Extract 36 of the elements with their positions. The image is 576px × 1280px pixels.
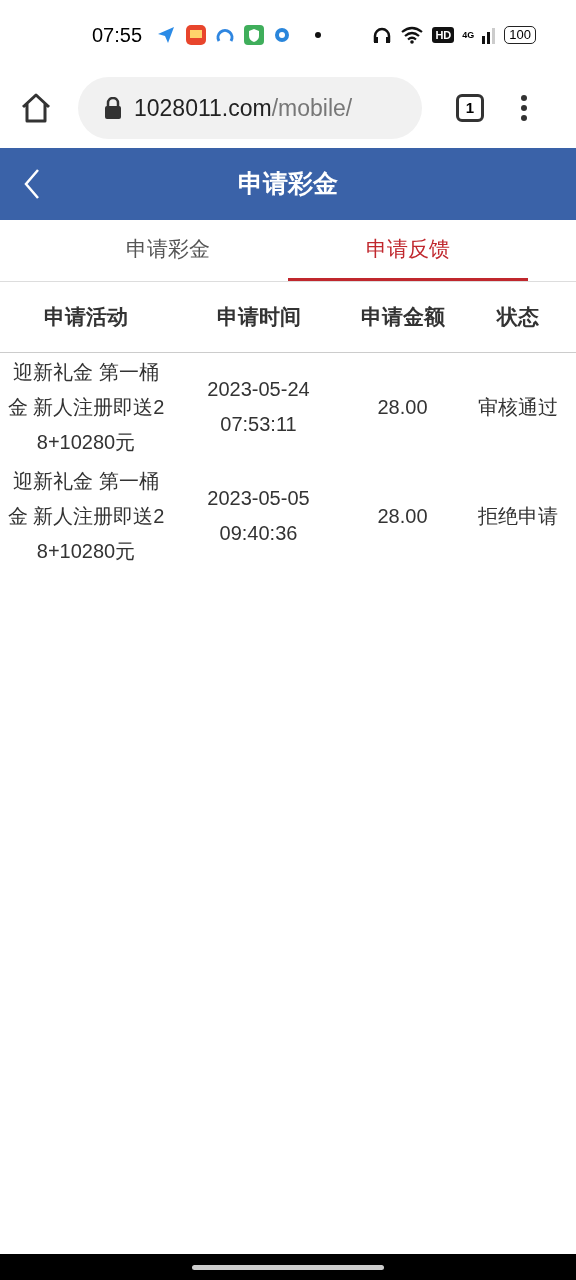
signal-icon (482, 26, 497, 44)
table-cell-text: 28.00 (376, 503, 429, 529)
table-cell: 28.00 (345, 352, 460, 462)
table-cell: 迎新礼金 第一桶金 新人注册即送28+10280元 (0, 352, 172, 462)
column-header: 状态 (460, 282, 576, 352)
menu-icon[interactable] (520, 94, 528, 122)
arc-icon (216, 26, 235, 44)
page-title: 申请彩金 (238, 168, 338, 200)
home-icon[interactable] (20, 93, 52, 123)
dot-icon (314, 31, 323, 39)
lock-icon (104, 97, 122, 119)
wifi-icon (400, 26, 425, 44)
table-cell-text: 拒绝申请 (477, 503, 559, 529)
table-cell: 2023-05-24 07:53:11 (172, 352, 345, 462)
column-header: 申请金额 (345, 282, 460, 352)
battery-indicator: 100 (504, 26, 536, 44)
address-bar[interactable]: 1028011.com/mobile/ (78, 77, 422, 139)
column-header: 申请活动 (0, 282, 172, 352)
home-indicator[interactable] (192, 1264, 384, 1270)
table-cell-text: 2023-05-05 09:40:36 (206, 486, 311, 546)
headphones-icon (372, 26, 393, 44)
shield-icon (244, 25, 265, 45)
tab[interactable]: 申请反馈 (288, 220, 528, 281)
hd-badge: HD (432, 27, 455, 43)
tab-count-button[interactable]: 1 (456, 94, 484, 122)
table-cell: 审核通过 (460, 352, 576, 462)
url-text: 1028011.com/mobile/ (134, 93, 353, 123)
table-cell-text: 迎新礼金 第一桶金 新人注册即送28+10280元 (6, 468, 166, 564)
status-time: 07:55 (92, 23, 143, 48)
paper-plane-icon (156, 25, 177, 45)
tab[interactable]: 申请彩金 (48, 220, 288, 281)
app-icon (186, 25, 207, 45)
network-label: 4G (462, 30, 475, 40)
column-header: 申请时间 (172, 282, 345, 352)
circle-icon (274, 27, 291, 43)
back-icon[interactable] (24, 168, 40, 200)
